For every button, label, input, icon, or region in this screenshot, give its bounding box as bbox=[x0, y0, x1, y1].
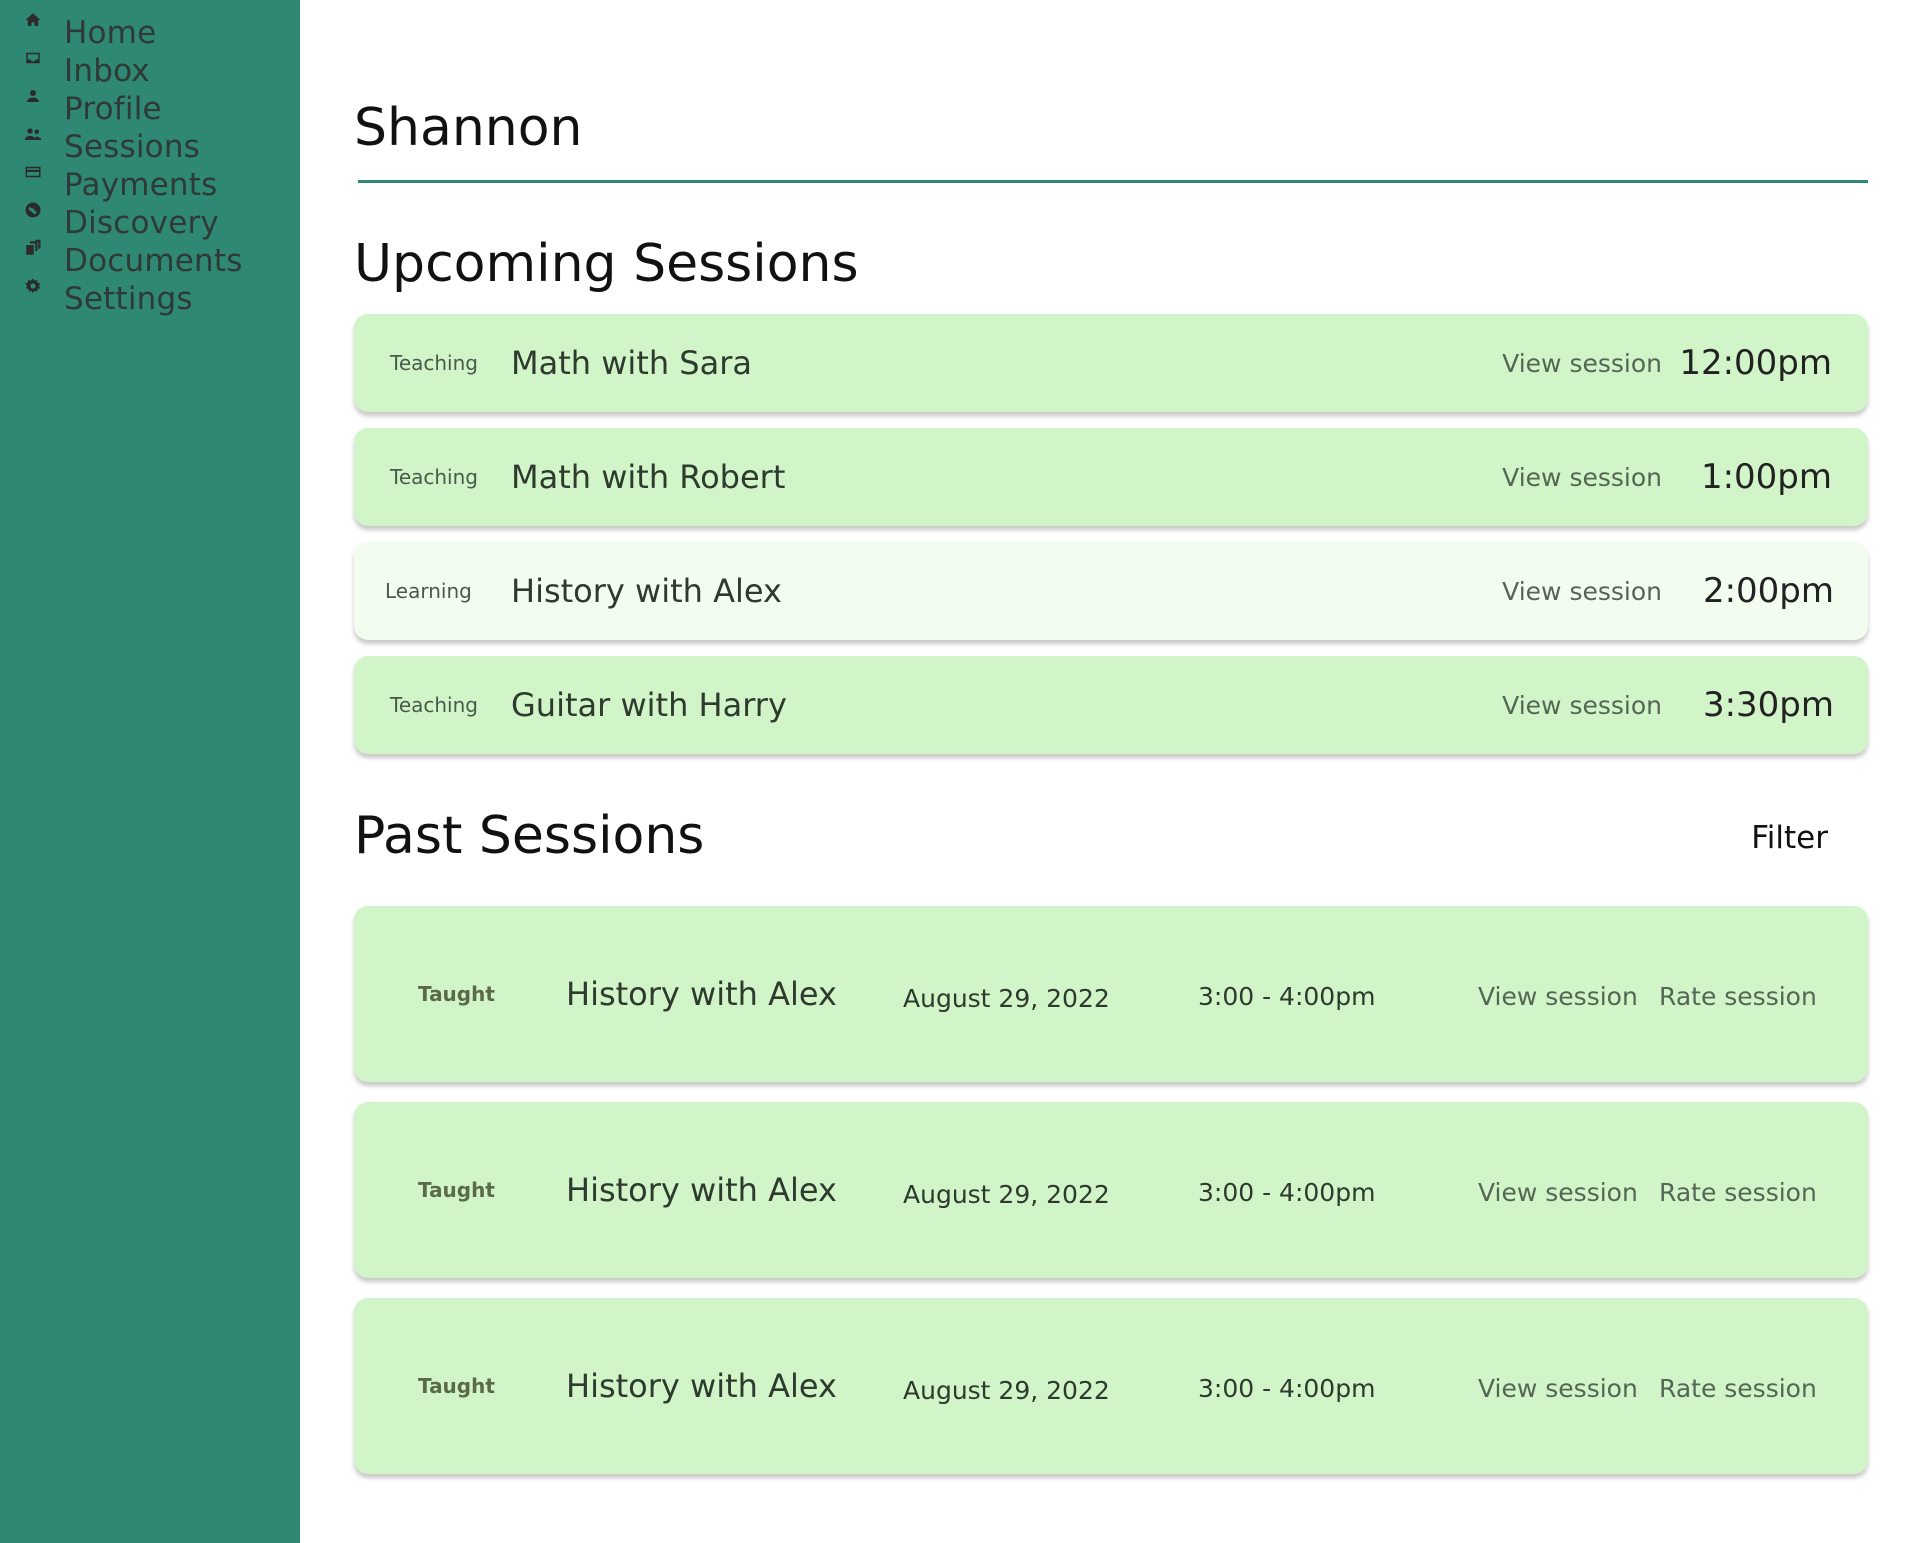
home-icon bbox=[18, 11, 48, 41]
session-role: Teaching bbox=[390, 693, 478, 717]
session-name: History with Alex bbox=[566, 1171, 837, 1209]
view-session-link[interactable]: View session bbox=[1502, 428, 1662, 526]
session-role: Taught bbox=[418, 1178, 495, 1202]
view-session-link[interactable]: View session bbox=[1478, 908, 1638, 1084]
session-name: Guitar with Harry bbox=[511, 686, 787, 724]
session-role: Teaching bbox=[390, 465, 478, 489]
credit-card-icon bbox=[18, 163, 48, 193]
sidebar-item-label: Home bbox=[64, 15, 157, 51]
sidebar-item-label: Discovery bbox=[64, 205, 219, 241]
filter-button[interactable]: Filter bbox=[1751, 820, 1828, 856]
session-name: Math with Robert bbox=[511, 458, 786, 496]
page-title: Shannon bbox=[354, 98, 583, 158]
session-name: History with Alex bbox=[511, 572, 782, 610]
sidebar-item-documents[interactable]: Documents bbox=[18, 239, 243, 280]
sidebar-item-settings[interactable]: Settings bbox=[18, 277, 193, 318]
view-session-link[interactable]: View session bbox=[1502, 656, 1662, 754]
session-time: 3:00 - 4:00pm bbox=[1198, 981, 1376, 1011]
session-time: 3:00 - 4:00pm bbox=[1198, 1373, 1376, 1403]
rate-session-link[interactable]: Rate session bbox=[1659, 1300, 1817, 1476]
person-icon bbox=[18, 87, 48, 117]
sidebar-item-discovery[interactable]: Discovery bbox=[18, 201, 219, 242]
people-icon bbox=[18, 125, 48, 155]
session-date: August 29, 2022 bbox=[903, 1375, 1110, 1405]
upcoming-session-card: Teaching Math with Robert View session 1… bbox=[354, 428, 1868, 526]
sidebar-item-payments[interactable]: Payments bbox=[18, 166, 217, 204]
session-role: Taught bbox=[418, 1374, 495, 1398]
sidebar-item-profile[interactable]: Profile bbox=[18, 90, 162, 128]
view-session-link[interactable]: View session bbox=[1502, 542, 1662, 640]
upcoming-sessions-title: Upcoming Sessions bbox=[354, 234, 859, 294]
sidebar-item-label: Profile bbox=[64, 91, 162, 127]
upcoming-session-card: Teaching Guitar with Harry View session … bbox=[354, 656, 1868, 754]
session-name: History with Alex bbox=[566, 975, 837, 1013]
rate-session-link[interactable]: Rate session bbox=[1659, 1104, 1817, 1280]
documents-icon bbox=[18, 239, 48, 269]
session-date: August 29, 2022 bbox=[903, 983, 1110, 1013]
past-sessions-title: Past Sessions bbox=[354, 806, 705, 866]
sidebar-item-home[interactable]: Home bbox=[18, 11, 157, 52]
session-time: 1:00pm bbox=[1700, 457, 1832, 497]
sidebar-item-inbox[interactable]: Inbox bbox=[18, 52, 150, 90]
sidebar-item-label: Inbox bbox=[64, 53, 150, 89]
sidebar-item-label: Payments bbox=[64, 167, 218, 203]
session-date: August 29, 2022 bbox=[903, 1179, 1110, 1209]
sidebar-item-label: Sessions bbox=[64, 129, 201, 165]
sidebar-item-label: Settings bbox=[64, 281, 193, 317]
upcoming-session-card: Learning History with Alex View session … bbox=[354, 542, 1868, 640]
past-session-card: Taught History with Alex August 29, 2022… bbox=[354, 906, 1868, 1082]
session-name: Math with Sara bbox=[511, 344, 752, 382]
view-session-link[interactable]: View session bbox=[1478, 1300, 1638, 1476]
session-name: History with Alex bbox=[566, 1367, 837, 1405]
past-session-card: Taught History with Alex August 29, 2022… bbox=[354, 1298, 1868, 1474]
session-time: 12:00pm bbox=[1679, 343, 1832, 383]
view-session-link[interactable]: View session bbox=[1478, 1104, 1638, 1280]
view-session-link[interactable]: View session bbox=[1502, 314, 1662, 412]
session-role: Taught bbox=[418, 982, 495, 1006]
rate-session-link[interactable]: Rate session bbox=[1659, 908, 1817, 1084]
session-time: 3:00 - 4:00pm bbox=[1198, 1177, 1376, 1207]
upcoming-session-card: Teaching Math with Sara View session 12:… bbox=[354, 314, 1868, 412]
sidebar-item-label: Documents bbox=[64, 243, 243, 279]
main-content: Shannon Upcoming Sessions Teaching Math … bbox=[354, 0, 1868, 1543]
past-session-card: Taught History with Alex August 29, 2022… bbox=[354, 1102, 1868, 1278]
inbox-icon bbox=[18, 49, 48, 79]
globe-icon bbox=[18, 201, 48, 231]
session-time: 2:00pm bbox=[1702, 571, 1834, 611]
sidebar-item-sessions[interactable]: Sessions bbox=[18, 128, 200, 166]
title-divider bbox=[358, 180, 1868, 183]
session-role: Teaching bbox=[390, 351, 478, 375]
sidebar: Home Inbox Profile Sessions Payments Dis… bbox=[0, 0, 300, 1543]
session-role: Learning bbox=[385, 579, 472, 603]
gear-icon bbox=[18, 277, 48, 307]
session-time: 3:30pm bbox=[1702, 685, 1834, 725]
